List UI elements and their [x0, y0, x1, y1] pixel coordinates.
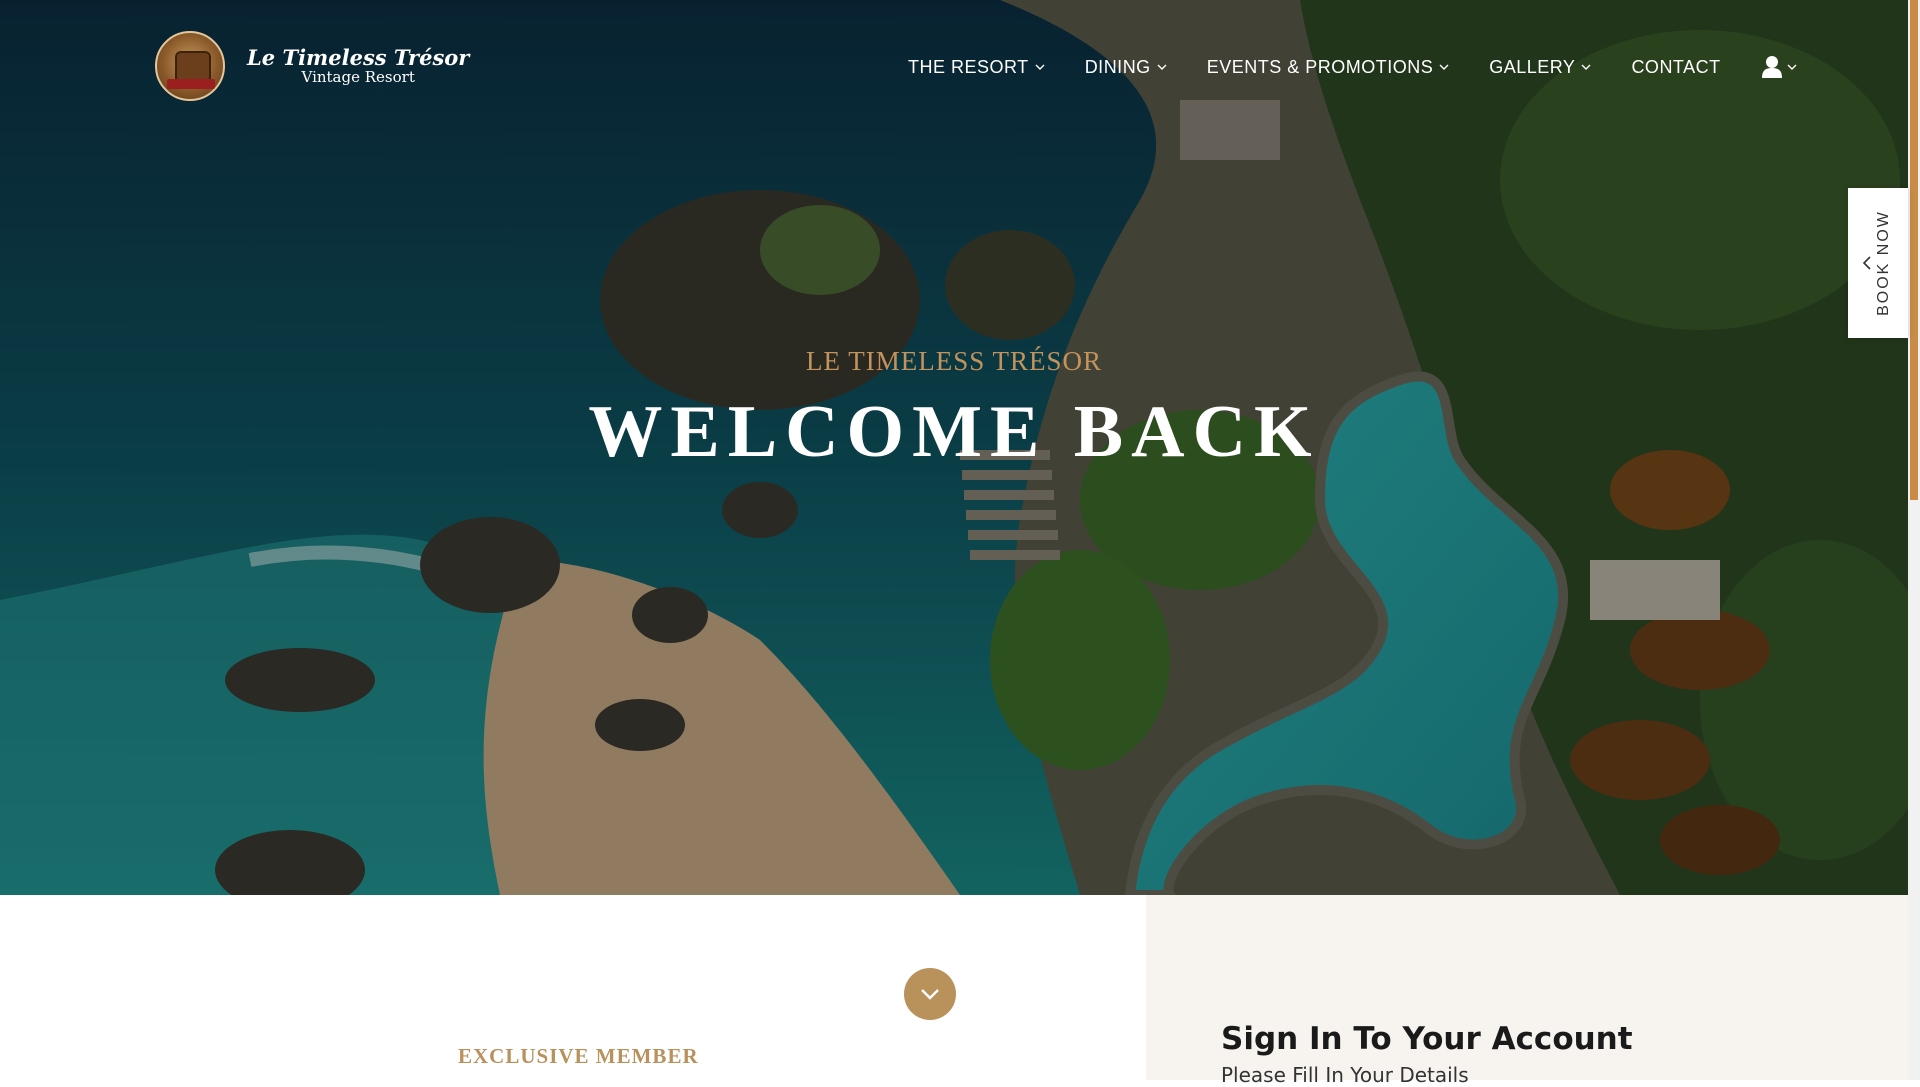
nav-label: EVENTS & PROMOTIONS [1206, 56, 1434, 77]
account-menu-button[interactable] [1761, 55, 1797, 79]
chevron-left-icon [1862, 256, 1871, 270]
nav-gallery[interactable]: GALLERY [1489, 57, 1591, 78]
nav-label: GALLERY [1489, 56, 1576, 77]
chevron-down-icon [1581, 64, 1591, 70]
nav-contact[interactable]: CONTACT [1631, 57, 1720, 78]
hero-headline: WELCOME BACK [588, 391, 1320, 473]
chevron-down-icon [1439, 64, 1449, 70]
nav-label: DINING [1084, 56, 1151, 77]
user-icon [1761, 56, 1782, 78]
chevron-down-icon [1035, 64, 1045, 70]
logo-name: Le Timeless Trésor [247, 45, 470, 70]
chevron-down-icon [1157, 64, 1167, 70]
page-scrollbar[interactable] [1908, 0, 1920, 1080]
signin-subtitle: Please Fill In Your Details [1221, 1063, 1469, 1087]
nav-events-promotions[interactable]: EVENTS & PROMOTIONS [1207, 57, 1450, 78]
scroll-down-button[interactable] [904, 968, 956, 1020]
book-now-tab[interactable]: BOOK NOW [1848, 188, 1908, 338]
logo-subtitle: Vintage Resort [301, 68, 415, 86]
site-logo[interactable]: Le Timeless Trésor Vintage Resort [155, 31, 469, 101]
signin-title: Sign In To Your Account [1221, 1021, 1633, 1057]
chevron-down-icon [921, 989, 939, 1000]
book-now-label: BOOK NOW [1875, 210, 1892, 316]
scrollbar-thumb[interactable] [1910, 0, 1918, 500]
nav-label: CONTACT [1631, 56, 1721, 77]
main-nav: THE RESORT DINING EVENTS & PROMOTIONS GA… [908, 55, 1797, 79]
logo-emblem-icon [155, 31, 225, 101]
chevron-down-icon [1787, 64, 1797, 70]
member-kicker: EXCLUSIVE MEMBER [458, 1044, 699, 1068]
nav-the-resort[interactable]: THE RESORT [908, 57, 1045, 78]
hero-kicker: LE TIMELESS TRÉSOR [805, 346, 1103, 376]
nav-label: THE RESORT [908, 56, 1029, 77]
nav-dining[interactable]: DINING [1085, 57, 1167, 78]
